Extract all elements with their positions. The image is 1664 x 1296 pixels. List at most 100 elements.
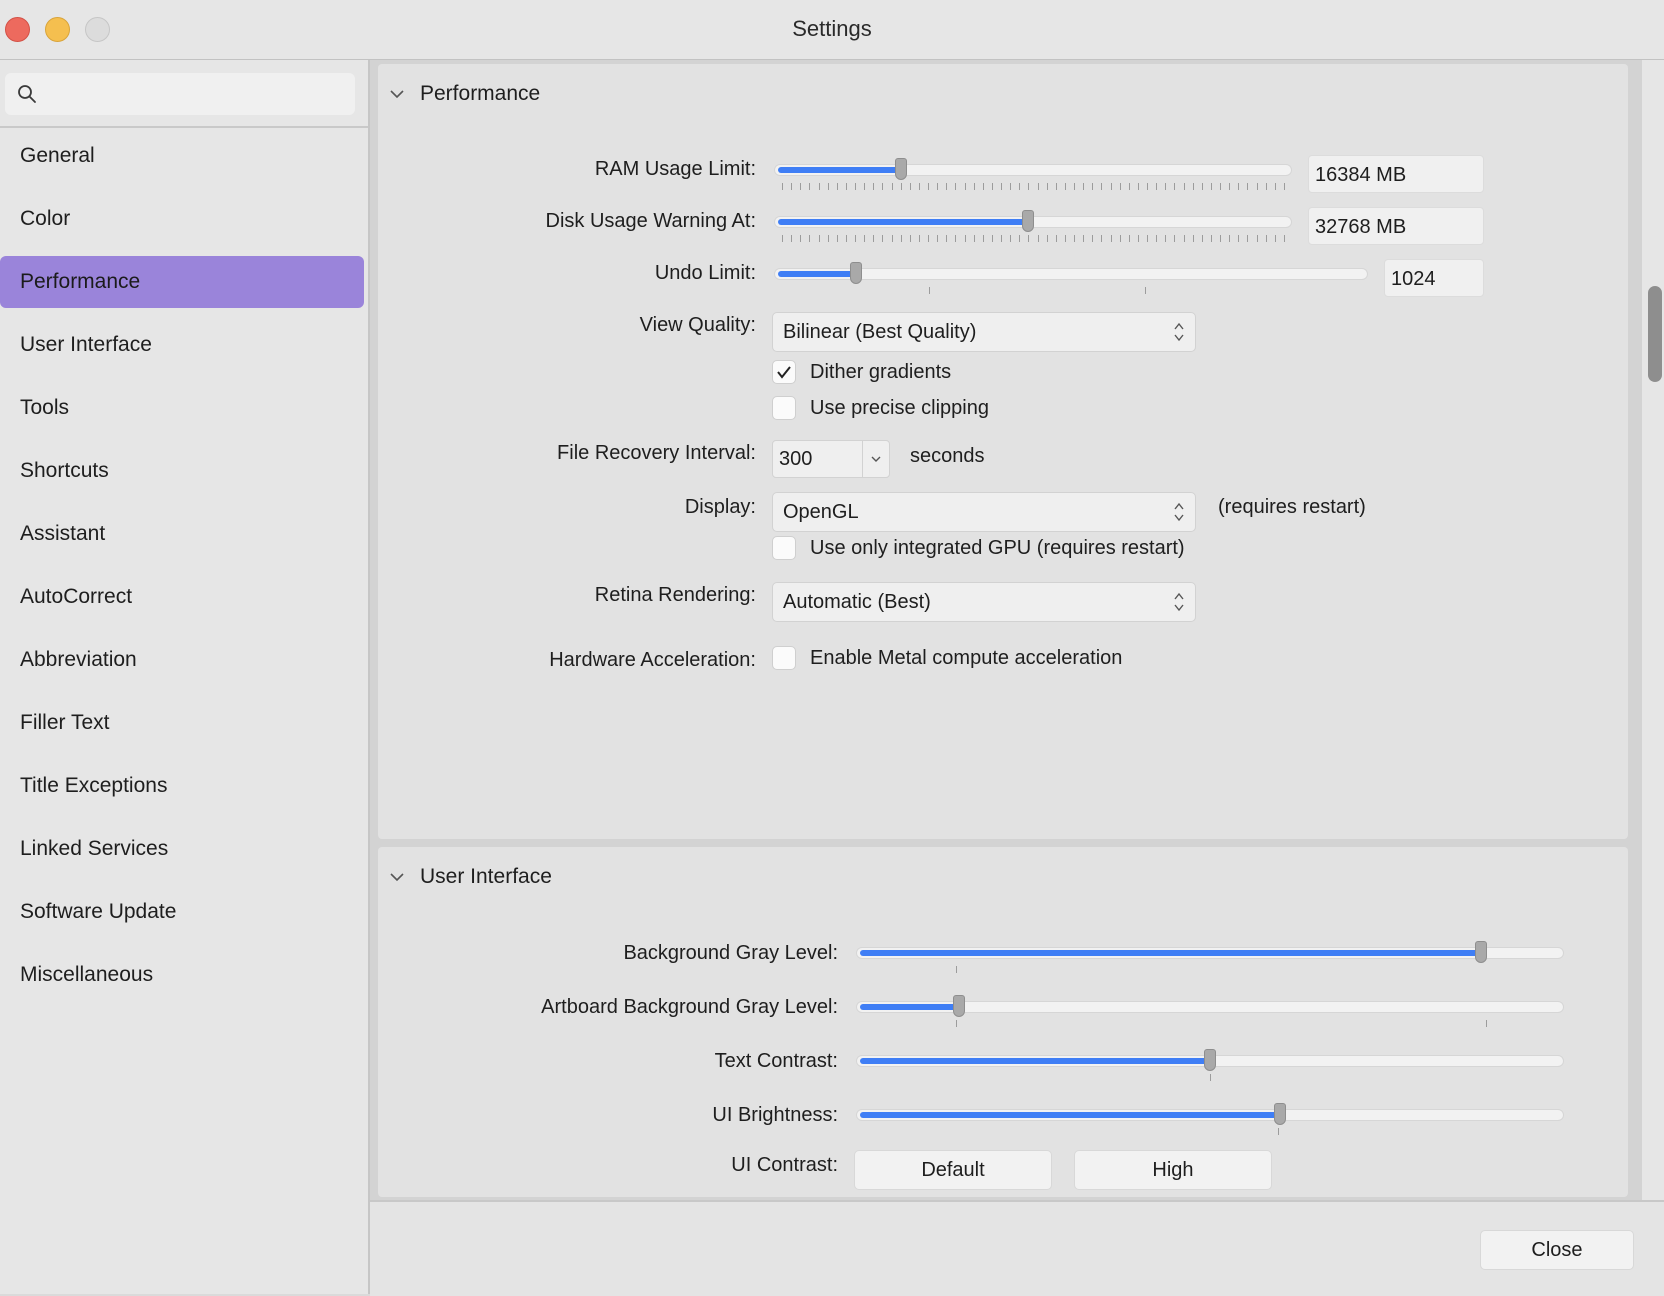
scrollbar-thumb[interactable]: [1648, 286, 1662, 382]
sidebar-item-linked-services[interactable]: Linked Services: [0, 823, 364, 875]
slider-tick: [1156, 235, 1158, 242]
undo-limit-field[interactable]: 1024: [1384, 259, 1484, 297]
slider-tick: [1101, 183, 1103, 190]
slider-tick: [1229, 235, 1231, 242]
slider-tick: [1256, 235, 1258, 242]
slider-tick: [982, 183, 984, 190]
slider-tick: [1101, 235, 1103, 242]
slider-tick: [1229, 183, 1231, 190]
slider-tick: [937, 235, 939, 242]
slider-tick: [782, 235, 783, 242]
slider-tick: [1137, 235, 1139, 242]
dither-gradients-checkbox[interactable]: [772, 360, 796, 384]
search-input[interactable]: [47, 79, 351, 111]
section-title: Performance: [420, 82, 541, 105]
background-gray-label: Background Gray Level:: [623, 942, 838, 964]
retina-rendering-select[interactable]: Automatic (Best): [772, 582, 1196, 622]
user-interface-section-header[interactable]: User Interface: [388, 865, 552, 889]
artboard-gray-slider[interactable]: [856, 993, 1564, 1027]
slider-tick: [1046, 235, 1048, 242]
sidebar-item-tools[interactable]: Tools: [0, 382, 364, 434]
slider-tick: [864, 183, 866, 190]
close-button[interactable]: Close: [1480, 1230, 1634, 1270]
metal-acceleration-checkbox[interactable]: [772, 646, 796, 670]
slider-tick: [973, 235, 975, 242]
display-restart-note: (requires restart): [1218, 496, 1366, 518]
slider-tick: [1274, 183, 1276, 190]
file-recovery-combo[interactable]: 300: [772, 440, 890, 478]
slider-tick: [791, 235, 793, 242]
slider-tick: [1028, 235, 1030, 242]
sidebar-item-shortcuts[interactable]: Shortcuts: [0, 445, 364, 497]
sidebar-item-miscellaneous[interactable]: Miscellaneous: [0, 949, 364, 1001]
sidebar-item-abbreviation[interactable]: Abbreviation: [0, 634, 364, 686]
sidebar-item-autocorrect[interactable]: AutoCorrect: [0, 571, 364, 623]
disk-warning-field[interactable]: 32768 MB: [1308, 207, 1484, 245]
slider-tick: [946, 235, 948, 242]
ui-contrast-high-button[interactable]: High: [1074, 1150, 1272, 1190]
performance-section: Performance RAM Usage Limit: 16384 MB Di…: [378, 64, 1628, 839]
slider-tick: [1010, 235, 1012, 242]
slider-tick: [1074, 235, 1076, 242]
slider-tick: [891, 235, 893, 242]
slider-tick: [928, 183, 930, 190]
ram-usage-field[interactable]: 16384 MB: [1308, 155, 1484, 193]
slider-tick: [1284, 183, 1285, 190]
artboard-gray-label: Artboard Background Gray Level:: [541, 996, 838, 1018]
text-contrast-slider[interactable]: [856, 1047, 1564, 1081]
ui-contrast-default-button[interactable]: Default: [854, 1150, 1052, 1190]
slider-tick: [964, 235, 966, 242]
slider-tick: [900, 235, 902, 242]
checkmark-icon: [777, 366, 791, 379]
slider-tick: [1046, 183, 1048, 190]
file-recovery-dropdown-button[interactable]: [862, 441, 889, 477]
slider-tick: [855, 235, 857, 242]
background-gray-slider[interactable]: [856, 939, 1564, 973]
integrated-gpu-checkbox[interactable]: [772, 536, 796, 560]
slider-tick: [818, 183, 820, 190]
ui-brightness-slider[interactable]: [856, 1101, 1564, 1135]
slider-tick: [1092, 235, 1094, 242]
sidebar-item-assistant[interactable]: Assistant: [0, 508, 364, 560]
sidebar-item-performance[interactable]: Performance: [0, 256, 364, 308]
slider-tick: [1183, 183, 1185, 190]
disk-warning-slider[interactable]: [774, 208, 1292, 242]
ram-usage-slider[interactable]: [774, 156, 1292, 190]
text-contrast-label: Text Contrast:: [714, 1050, 838, 1072]
sidebar-item-color[interactable]: Color: [0, 193, 364, 245]
sidebar-item-general[interactable]: General: [0, 130, 364, 182]
slider-tick: [918, 183, 920, 190]
search-icon: [18, 85, 36, 103]
ui-contrast-label: UI Contrast:: [731, 1154, 838, 1176]
slider-tick: [955, 235, 957, 242]
sidebar-item-filler-text[interactable]: Filler Text: [0, 697, 364, 749]
display-select[interactable]: OpenGL: [772, 492, 1196, 532]
slider-tick: [1165, 235, 1167, 242]
precise-clipping-label: Use precise clipping: [810, 397, 989, 419]
slider-tick: [1201, 235, 1203, 242]
slider-tick: [800, 183, 802, 190]
slider-tick: [1037, 235, 1039, 242]
file-recovery-unit: seconds: [910, 445, 985, 467]
search-box[interactable]: [5, 73, 355, 115]
performance-section-header[interactable]: Performance: [388, 82, 540, 106]
slider-tick: [982, 235, 984, 242]
sidebar-item-software-update[interactable]: Software Update: [0, 886, 364, 938]
sidebar-item-user-interface[interactable]: User Interface: [0, 319, 364, 371]
slider-tick: [1010, 183, 1012, 190]
slider-tick: [991, 183, 993, 190]
sidebar-item-title-exceptions[interactable]: Title Exceptions: [0, 760, 364, 812]
slider-tick: [909, 235, 911, 242]
undo-limit-slider[interactable]: [774, 260, 1368, 294]
chevron-down-icon: [390, 90, 404, 99]
vertical-scrollbar[interactable]: [1642, 60, 1664, 1200]
precise-clipping-checkbox[interactable]: [772, 396, 796, 420]
slider-tick: [1119, 183, 1121, 190]
slider-tick: [1037, 183, 1039, 190]
slider-tick: [1183, 235, 1185, 242]
slider-tick: [1247, 183, 1249, 190]
view-quality-select[interactable]: Bilinear (Best Quality): [772, 312, 1196, 352]
slider-tick: [991, 235, 993, 242]
slider-tick: [1001, 183, 1003, 190]
ram-usage-label: RAM Usage Limit:: [594, 158, 756, 180]
